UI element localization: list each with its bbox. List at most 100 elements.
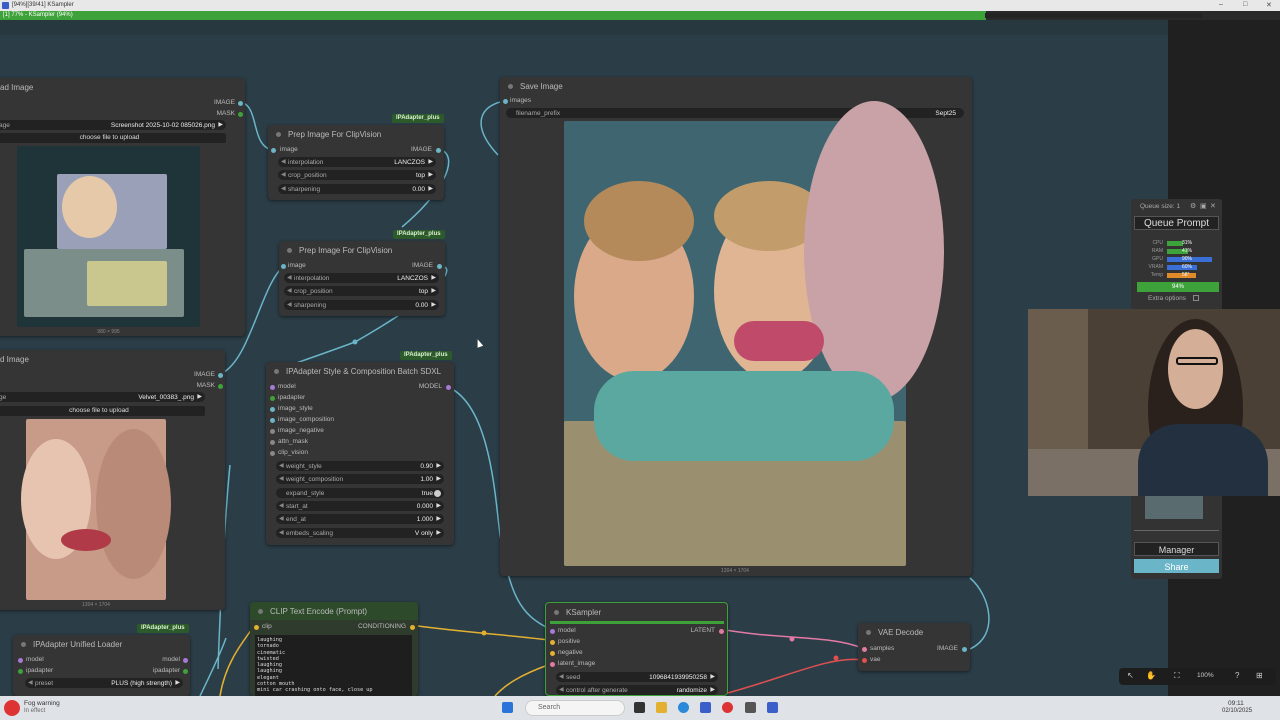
- hand-tool-icon[interactable]: ✋: [1146, 671, 1156, 680]
- widget-interpolation[interactable]: ◀ interpolation LANCZOS ▶: [278, 157, 436, 167]
- input-image-negative[interactable]: image_negative: [270, 427, 324, 434]
- input-positive[interactable]: positive: [550, 638, 580, 645]
- help-icon[interactable]: ?: [1235, 671, 1239, 680]
- preset-select[interactable]: ◀ preset PLUS (high strength) ▶: [25, 678, 183, 688]
- extra-options-checkbox[interactable]: [1193, 295, 1199, 301]
- input-latent-image[interactable]: latent_image: [550, 660, 595, 667]
- input-model[interactable]: model: [270, 383, 296, 390]
- widget-weight-composition[interactable]: ◀ weight_composition 1.00 ▶: [276, 474, 444, 484]
- preview-image-kiss: [21, 419, 171, 600]
- widget-crop-position[interactable]: ◀ crop_position top ▶: [284, 286, 439, 296]
- close-icon[interactable]: ✕: [1210, 202, 1216, 210]
- widget-interpolation[interactable]: ◀ interpolation LANCZOS ▶: [284, 273, 439, 283]
- output-model[interactable]: model: [162, 656, 188, 663]
- taskbar-search[interactable]: Search: [525, 700, 625, 716]
- node-title: Prep Image For ClipVision: [268, 125, 444, 143]
- node-badge-ipadapter: IPAdapter_plus: [392, 114, 444, 123]
- widget-control-after-generate[interactable]: ◀ control after generate randomize ▶: [556, 685, 718, 695]
- chrome-icon[interactable]: [722, 702, 733, 713]
- start-icon[interactable]: [502, 702, 513, 713]
- queue-size: Queue size: 1: [1140, 203, 1181, 210]
- app-icon: [2, 2, 9, 9]
- input-images[interactable]: images: [503, 97, 531, 104]
- widget-weight-style[interactable]: ◀ weight_style 0.90 ▶: [276, 461, 444, 471]
- output-ipadapter[interactable]: ipadapter: [153, 667, 188, 674]
- ipadapter-unified-loader-node[interactable]: IPAdapter Unified Loader model ipadapter…: [13, 635, 190, 696]
- input-samples[interactable]: samples: [862, 645, 894, 652]
- upload-button[interactable]: choose file to upload: [0, 133, 226, 143]
- output-image[interactable]: IMAGE: [214, 99, 243, 106]
- manager-button[interactable]: Manager: [1134, 542, 1219, 556]
- edge-icon[interactable]: [678, 702, 689, 713]
- widget-embeds-scaling[interactable]: ◀ embeds_scaling V only ▶: [276, 528, 444, 538]
- widget-sharpening[interactable]: ◀ sharpening 0.00 ▶: [278, 184, 436, 194]
- output-mask[interactable]: MASK: [217, 110, 243, 117]
- input-ipadapter[interactable]: ipadapter: [18, 667, 53, 674]
- gear-icon[interactable]: ⚙: [1190, 202, 1196, 210]
- weather-label[interactable]: Fog warning: [24, 700, 60, 707]
- close-icon[interactable]: ✕: [1266, 1, 1272, 9]
- minimize-icon[interactable]: –: [1219, 1, 1223, 8]
- input-clip-vision[interactable]: clip_vision: [270, 449, 308, 456]
- clip-text-encode-node[interactable]: CLIP Text Encode (Prompt) clip CONDITION…: [250, 602, 418, 696]
- file-explorer-icon[interactable]: [656, 702, 667, 713]
- prep-image-clipvision-node-1[interactable]: Prep Image For ClipVision image IMAGE ◀ i…: [268, 125, 444, 200]
- zoom-level[interactable]: 100%: [1197, 672, 1214, 679]
- mail-icon[interactable]: [700, 702, 711, 713]
- widget-crop-position[interactable]: ◀ crop_position top ▶: [278, 170, 436, 180]
- prep-image-clipvision-node-2[interactable]: Prep Image For ClipVision image IMAGE ◀ i…: [279, 241, 445, 316]
- fit-view-icon[interactable]: ⛶: [1174, 671, 1180, 681]
- load-image-node-2[interactable]: d Image IMAGE MASK ge Velvet_00383_.png ▶ …: [0, 350, 225, 610]
- output-mask[interactable]: MASK: [197, 382, 223, 389]
- output-image[interactable]: IMAGE: [411, 146, 441, 153]
- input-image-style[interactable]: image_style: [270, 405, 313, 412]
- node-graph-area[interactable]: ad Image IMAGE MASK age Screenshot 2025-1…: [0, 35, 1168, 696]
- input-vae[interactable]: vae: [862, 656, 880, 663]
- widget-seed[interactable]: ◀ seed 1096841939950258 ▶: [556, 672, 718, 682]
- output-model[interactable]: MODEL: [419, 383, 451, 390]
- layout-icon[interactable]: ⊞: [1256, 671, 1263, 680]
- upload-button[interactable]: choose file to upload: [0, 406, 205, 416]
- stat-value: 60%: [1182, 264, 1193, 270]
- widget-start-at[interactable]: ◀ start_at 0.000 ▶: [276, 501, 444, 511]
- queue-prompt-button[interactable]: Queue Prompt: [1134, 216, 1219, 230]
- task-view-icon[interactable]: [634, 702, 645, 713]
- extra-options-label[interactable]: Extra options: [1148, 295, 1186, 302]
- input-model[interactable]: model: [550, 627, 576, 634]
- vae-decode-node[interactable]: VAE Decode samples vae IMAGE: [858, 623, 970, 671]
- ipadapter-style-composition-node[interactable]: IPAdapter Style & Composition Batch SDXL…: [266, 362, 454, 545]
- select-tool-icon[interactable]: ↖: [1127, 671, 1134, 680]
- input-ipadapter[interactable]: ipadapter: [270, 394, 305, 401]
- input-attn-mask[interactable]: attn_mask: [270, 438, 308, 445]
- window-title: [94%][39/41] KSampler: [12, 2, 74, 8]
- output-conditioning[interactable]: CONDITIONING: [358, 623, 415, 630]
- output-image[interactable]: IMAGE: [412, 262, 442, 269]
- maximize-icon[interactable]: □: [1243, 1, 1247, 8]
- input-image[interactable]: image: [271, 146, 298, 153]
- widget-sharpening[interactable]: ◀ sharpening 0.00 ▶: [284, 300, 439, 310]
- output-image[interactable]: IMAGE: [937, 645, 967, 652]
- weather-icon[interactable]: [4, 700, 20, 716]
- image-select[interactable]: age Screenshot 2025-10-02 085026.png ▶: [0, 120, 226, 130]
- menu-icon[interactable]: ▣: [1200, 202, 1207, 210]
- load-image-node-1[interactable]: ad Image IMAGE MASK age Screenshot 2025-1…: [0, 78, 245, 336]
- input-model[interactable]: model: [18, 656, 44, 663]
- stat-row: CPU 31%: [1137, 240, 1217, 247]
- input-clip[interactable]: clip: [254, 623, 272, 630]
- output-image[interactable]: IMAGE: [194, 371, 223, 378]
- output-latent[interactable]: LATENT: [691, 627, 724, 634]
- save-image-node[interactable]: Save Image images filename_prefix Sept25 …: [500, 77, 972, 576]
- comfyui-icon[interactable]: [767, 702, 778, 713]
- canvas-toolbar: ↖ ✋ ⛶ 100% ? ⊞: [1119, 668, 1276, 685]
- app-icon-misc[interactable]: [745, 702, 756, 713]
- image-select[interactable]: ge Velvet_00383_.png ▶: [0, 392, 205, 402]
- input-negative[interactable]: negative: [550, 649, 583, 656]
- share-button[interactable]: Share: [1134, 559, 1219, 573]
- toggle-expand-style[interactable]: expand_style true: [276, 488, 444, 498]
- widget-end-at[interactable]: ◀ end_at 1.000 ▶: [276, 514, 444, 524]
- input-image[interactable]: image: [281, 262, 306, 269]
- prompt-textarea[interactable]: laughing tornado cinematic twisted laughing l…: [255, 635, 412, 696]
- ksampler-node[interactable]: KSampler model positive negative latent_…: [545, 602, 728, 696]
- input-image-composition[interactable]: image_composition: [270, 416, 334, 423]
- stat-value: 41%: [1182, 248, 1193, 254]
